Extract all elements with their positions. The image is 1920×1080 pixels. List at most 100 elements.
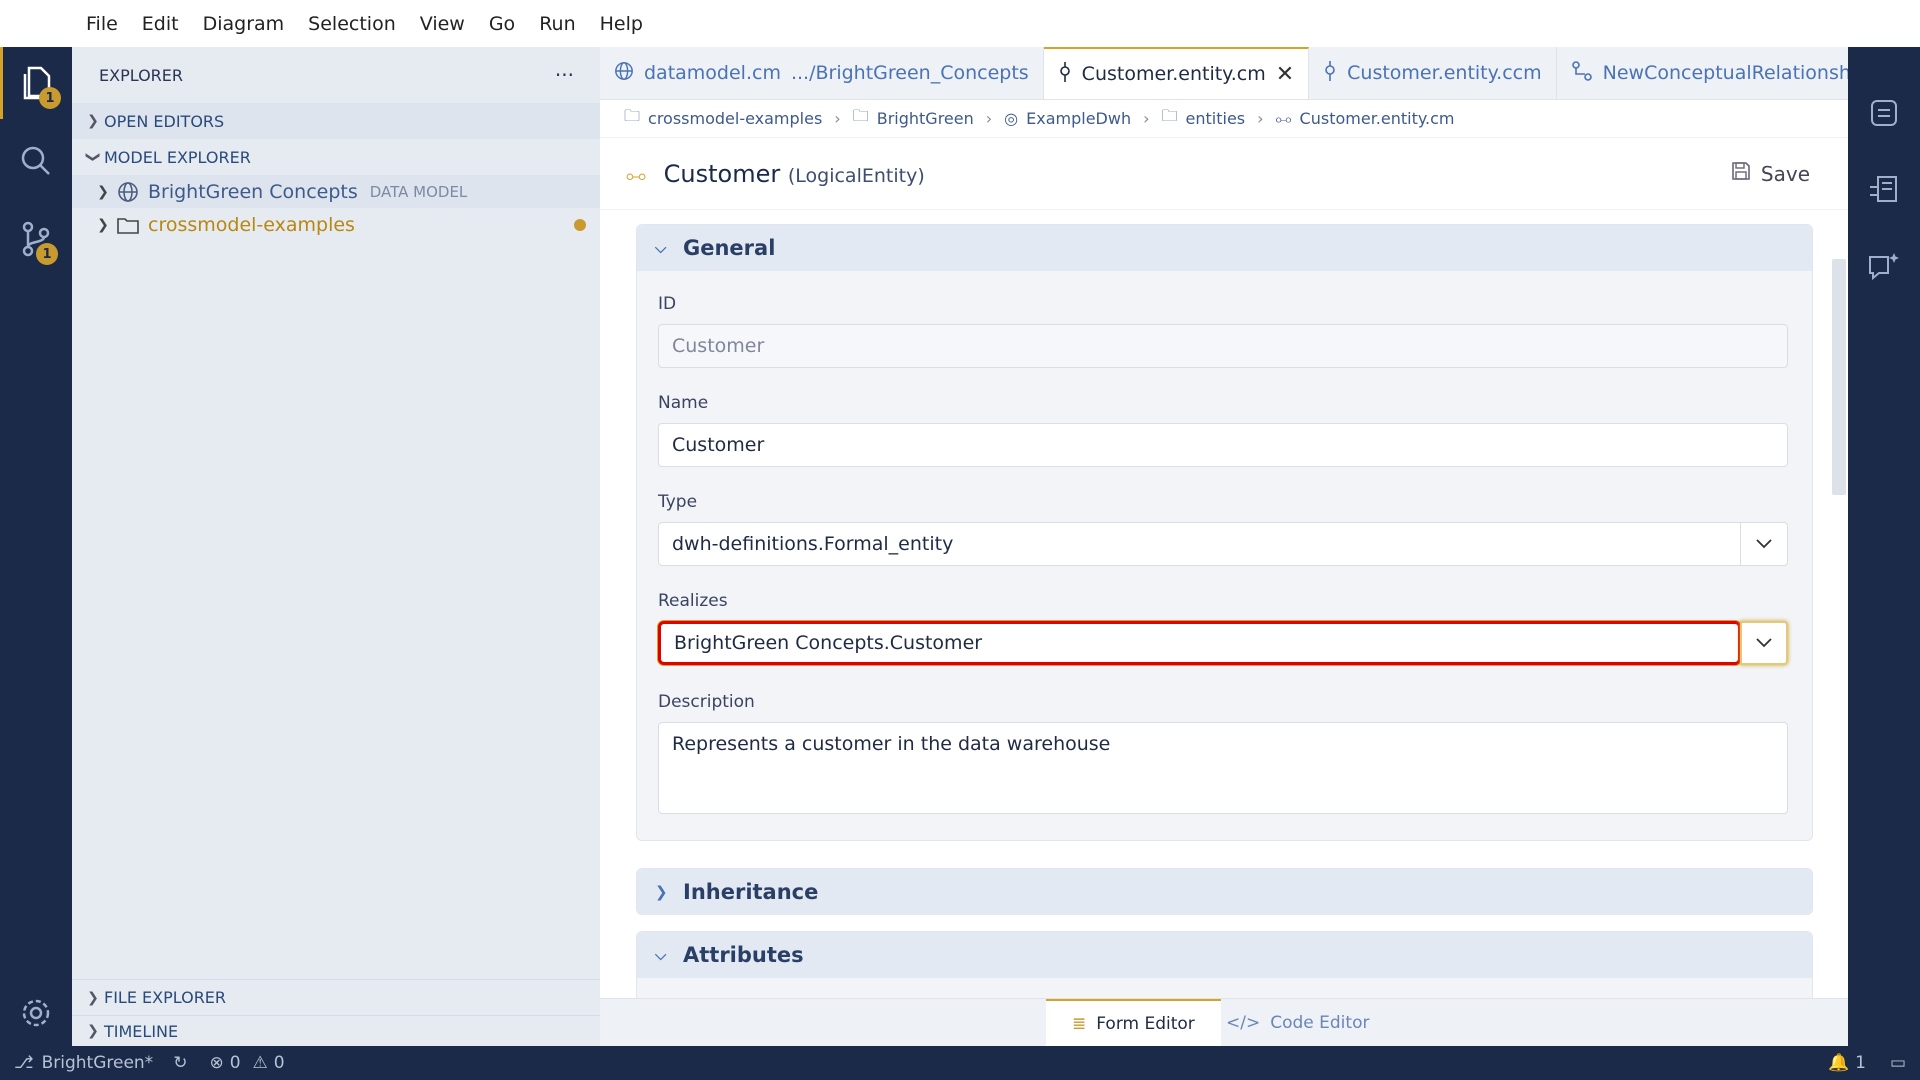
menu-view[interactable]: View (408, 13, 477, 35)
tab-description: .../BrightGreen_Concepts (790, 62, 1029, 84)
explorer-activity-button[interactable]: 1 (0, 47, 72, 119)
tab-datamodel[interactable]: datamodel.cm .../BrightGreen_Concepts (600, 47, 1044, 99)
save-button[interactable]: Save (1731, 161, 1810, 186)
chevron-right-icon: ❯ (87, 1023, 99, 1039)
menu-diagram[interactable]: Diagram (191, 13, 297, 35)
breadcrumb-item[interactable]: crossmodel-examples (648, 109, 822, 128)
folder-icon (114, 216, 142, 234)
sync-icon[interactable]: ↻ (173, 1053, 187, 1073)
tab-form-editor[interactable]: ≣ Form Editor (1046, 999, 1221, 1047)
data-model-tag: DATA MODEL (369, 182, 468, 201)
menu-go[interactable]: Go (477, 13, 527, 35)
menu-run[interactable]: Run (527, 13, 587, 35)
tab-label: Customer.entity.ccm (1347, 62, 1542, 84)
inheritance-panel: ❯ Inheritance (636, 868, 1813, 915)
type-field[interactable]: dwh-definitions.Formal_entity (658, 522, 1741, 566)
breadcrumb-item[interactable]: Customer.entity.cm (1300, 109, 1455, 128)
vertical-scrollbar[interactable] (1832, 259, 1846, 495)
tree-item-crossmodel-examples[interactable]: ❯ crossmodel-examples (72, 208, 600, 241)
breadcrumb-item[interactable]: ExampleDwh (1026, 109, 1131, 128)
branch-name[interactable]: BrightGreen* (42, 1053, 154, 1073)
type-dropdown-button[interactable] (1740, 522, 1788, 566)
chevron-down-icon: ⌵ (655, 239, 667, 257)
chevron-down-icon (1756, 539, 1772, 549)
open-editors-section[interactable]: ❯ OPEN EDITORS (72, 103, 600, 139)
file-explorer-section[interactable]: ❯ FILE EXPLORER (72, 979, 600, 1015)
error-icon: ⊗ (209, 1053, 224, 1073)
general-panel-header[interactable]: ⌵ General (637, 225, 1812, 271)
tree-item-brightgreen-concepts[interactable]: ❯ BrightGreen Concepts DATA MODEL (72, 175, 600, 208)
properties-button[interactable] (1848, 161, 1920, 221)
outline-button[interactable] (1848, 83, 1920, 143)
source-control-activity-button[interactable]: 1 (0, 203, 72, 275)
timeline-section[interactable]: ❯ TIMELINE (72, 1015, 600, 1046)
search-activity-button[interactable] (0, 125, 72, 197)
globe-icon (614, 61, 634, 86)
file-explorer-label: FILE EXPLORER (104, 988, 227, 1007)
tab-new-conceptual-relationship[interactable]: NewConceptualRelationsh (1557, 47, 1848, 99)
editor-tabs: datamodel.cm .../BrightGreen_Concepts Cu… (600, 47, 1848, 100)
form-header: ⧟ Customer (LogicalEntity) Save (600, 138, 1848, 210)
explorer-title: EXPLORER (99, 65, 183, 85)
relationship-icon (1571, 60, 1593, 87)
tree-item-label: BrightGreen Concepts (148, 180, 358, 203)
ai-chat-button[interactable] (1848, 237, 1920, 297)
name-field[interactable]: Customer (658, 423, 1788, 467)
editor-area: datamodel.cm .../BrightGreen_Concepts Cu… (600, 47, 1848, 1047)
settings-activity-button[interactable] (0, 977, 72, 1049)
realizes-field[interactable]: BrightGreen Concepts.Customer (658, 621, 1741, 665)
realizes-dropdown-button[interactable] (1740, 621, 1788, 665)
breadcrumb-item[interactable]: BrightGreen (877, 109, 974, 128)
folder-icon: 🗀 (1161, 106, 1178, 125)
folder-icon: 🗀 (852, 106, 869, 125)
chat-sparkle-icon (1869, 253, 1899, 281)
code-editor-label: Code Editor (1270, 1013, 1370, 1033)
breadcrumb-item[interactable]: entities (1186, 109, 1246, 128)
tab-code-editor[interactable]: </> Code Editor (1200, 999, 1395, 1047)
chevron-right-icon: ❯ (97, 216, 109, 233)
activity-bar: 1 1 (0, 47, 72, 1046)
general-title: General (683, 236, 776, 260)
chevron-down-icon: ❯ (85, 151, 101, 163)
more-actions-button[interactable]: ··· (555, 63, 574, 87)
form-editor-label: Form Editor (1096, 1014, 1195, 1034)
breadcrumb-separator: › (1257, 109, 1264, 128)
tab-label: Customer.entity.cm (1081, 63, 1266, 85)
explorer-header: EXPLORER ··· (72, 47, 600, 103)
menu-file[interactable]: File (74, 13, 130, 35)
menu-edit[interactable]: Edit (130, 13, 191, 35)
tab-customer-entity-ccm[interactable]: Customer.entity.ccm (1309, 47, 1557, 99)
general-panel: ⌵ General ID Customer Name Customer Type… (636, 224, 1813, 841)
code-icon: </> (1226, 1013, 1261, 1033)
realizes-label: Realizes (658, 591, 728, 611)
attributes-panel: ⌵ Attributes (636, 931, 1813, 998)
form-icon: ≣ (1072, 1014, 1087, 1034)
chevron-right-icon: ❯ (97, 183, 109, 200)
tab-label: datamodel.cm (644, 62, 781, 84)
close-icon[interactable]: ✕ (1276, 62, 1294, 87)
attributes-panel-header[interactable]: ⌵ Attributes (637, 932, 1812, 978)
chevron-right-icon: ❯ (87, 113, 99, 129)
type-label: Type (658, 492, 698, 512)
error-count[interactable]: 0 (230, 1053, 241, 1073)
tab-label: NewConceptualRelationsh (1602, 62, 1848, 84)
form-scroll-area: ⌵ General ID Customer Name Customer Type… (600, 212, 1848, 998)
menu-help[interactable]: Help (588, 13, 655, 35)
notification-count: 1 (1855, 1053, 1866, 1073)
explorer-badge: 1 (39, 87, 61, 109)
entity-icon: ⧟ (1275, 108, 1292, 128)
chevron-right-icon: ❯ (655, 883, 668, 901)
description-field[interactable]: Represents a customer in the data wareho… (658, 722, 1788, 814)
inheritance-panel-header[interactable]: ❯ Inheritance (637, 869, 1812, 915)
bell-icon[interactable]: 🔔 (1828, 1053, 1849, 1073)
page-title: ⧟ Customer (LogicalEntity) (626, 160, 925, 188)
tab-customer-entity-cm[interactable]: Customer.entity.cm ✕ (1043, 47, 1310, 99)
menu-selection[interactable]: Selection (296, 13, 408, 35)
warning-count[interactable]: 0 (274, 1053, 285, 1073)
layout-icon[interactable]: ▭ (1890, 1053, 1906, 1073)
entity-icon (1058, 61, 1072, 88)
chevron-down-icon (1756, 638, 1772, 648)
model-explorer-section[interactable]: ❯ MODEL EXPLORER (72, 139, 600, 175)
entity-icon: ⧟ (626, 162, 646, 187)
chevron-down-icon: ⌵ (655, 946, 667, 964)
